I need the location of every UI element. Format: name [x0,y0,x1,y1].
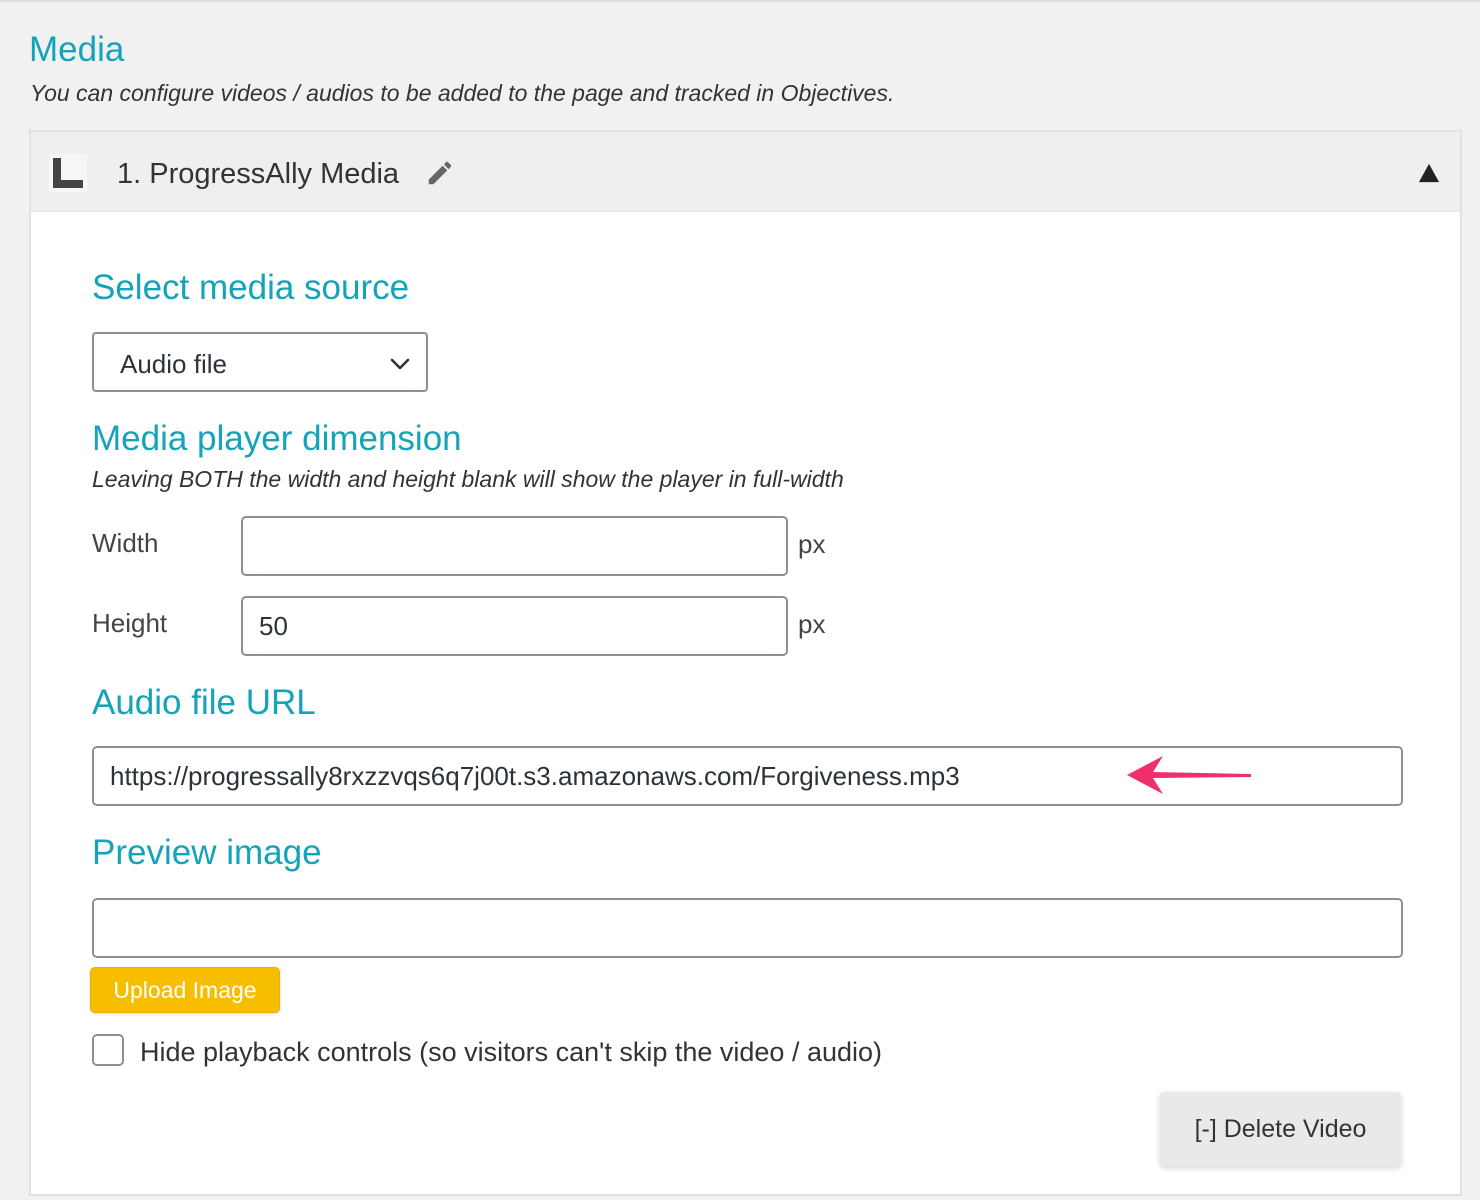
media-source-value: Audio file [120,349,227,379]
hide-playback-checkbox[interactable] [92,1034,124,1066]
media-item-panel: 1. ProgressAlly Media Select media sourc… [29,130,1462,1196]
media-source-heading: Select media source [92,268,410,307]
hide-playback-label[interactable]: Hide playback controls (so visitors can'… [140,1037,882,1068]
section-description: You can configure videos / audios to be … [30,80,895,106]
chevron-down-icon [390,358,410,370]
preview-image-heading: Preview image [92,833,322,872]
panel-header[interactable]: 1. ProgressAlly Media [31,132,1460,212]
panel-title: 1. ProgressAlly Media [117,158,400,190]
section-title: Media [29,30,125,69]
dimension-hint: Leaving BOTH the width and height blank … [92,466,844,492]
height-input[interactable]: 50 [241,596,788,656]
pencil-icon[interactable] [425,158,455,188]
width-input[interactable] [241,516,788,576]
triangle-up-icon[interactable] [1418,162,1440,184]
delete-video-button[interactable]: [-] Delete Video [1160,1092,1401,1166]
media-settings-page: Media You can configure videos / audios … [0,0,1480,1200]
drag-handle-icon[interactable] [49,154,87,192]
height-unit: px [798,609,826,639]
height-label: Height [92,608,168,638]
audio-url-heading: Audio file URL [92,683,316,722]
dimension-heading: Media player dimension [92,419,462,458]
media-source-select[interactable]: Audio file [92,332,428,392]
width-label: Width [92,528,159,558]
upload-image-button[interactable]: Upload Image [90,967,280,1013]
preview-image-input[interactable] [92,898,1403,958]
width-unit: px [798,529,826,559]
annotation-arrow-icon [1127,756,1251,794]
